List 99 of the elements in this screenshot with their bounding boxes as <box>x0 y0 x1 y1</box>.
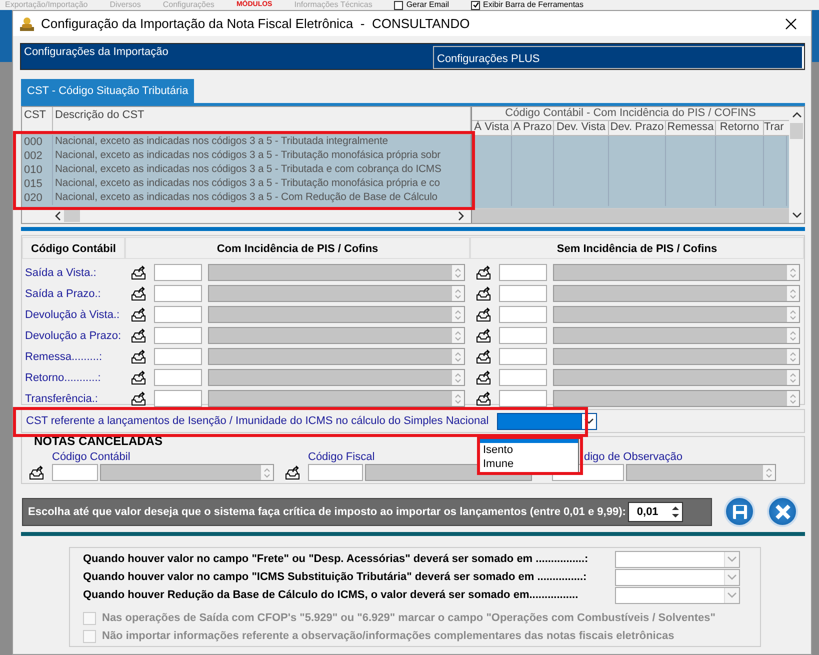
spinner-icon <box>264 468 270 478</box>
tray-arrow-icon[interactable] <box>475 348 494 364</box>
dropdown[interactable] <box>496 412 597 430</box>
spin-field[interactable]: 0,01 <box>628 502 683 522</box>
column-header: Dev. Prazo <box>609 121 666 135</box>
column-header: Retorno <box>716 121 764 135</box>
input-field[interactable] <box>154 348 202 365</box>
spinner-icon <box>455 310 462 320</box>
scroll-right-icon <box>457 210 465 220</box>
menu-item[interactable]: Exibir Barra de Ferramentas <box>483 0 584 10</box>
checkbox[interactable] <box>471 0 480 10</box>
input-field[interactable] <box>499 285 548 302</box>
tray-arrow-icon[interactable] <box>130 328 148 344</box>
checkbox-label: Não importar informações referente a observação/informações complementares das notas fiscais eletrônicas <box>102 630 674 642</box>
column-header: Dev. Vista <box>554 121 609 135</box>
spinner-icon <box>790 310 796 320</box>
input-field[interactable] <box>308 464 363 481</box>
field-label: CST referente a lançamentos de Isenção / Imunidade do ICMS no cálculo do Simples Nacional <box>26 415 489 427</box>
spinner-icon <box>790 268 796 278</box>
list-item[interactable]: Isento <box>480 443 578 457</box>
window-title: Configuração da Importação da Nota Fiscal Eletrônica - CONSULTANDO <box>41 16 471 31</box>
tray-arrow-icon[interactable] <box>475 264 494 280</box>
tab[interactable]: Configurações PLUS <box>433 46 804 69</box>
spinner-icon <box>766 468 772 478</box>
column-header: Com Incidência de PIS / Cofins <box>125 236 470 258</box>
tab[interactable]: CST - Código Situação Tributária <box>21 79 194 103</box>
column-header: Remessa <box>666 121 716 135</box>
field-label: digo de Observação <box>584 451 682 464</box>
spinner-icon <box>790 330 796 340</box>
input-field[interactable] <box>499 390 548 407</box>
tray-arrow-icon[interactable] <box>475 328 494 344</box>
field-label: Código Fiscal <box>308 451 375 464</box>
input-field[interactable] <box>154 390 202 407</box>
tray-arrow-icon[interactable] <box>475 306 494 322</box>
save-button[interactable] <box>724 496 755 527</box>
field-label: Remessa.........: <box>24 350 104 362</box>
tray-arrow-icon[interactable] <box>130 348 148 364</box>
scrollbar[interactable] <box>472 208 789 223</box>
spinner-icon <box>790 352 796 362</box>
checkbox[interactable] <box>394 0 404 10</box>
tray-arrow-icon[interactable] <box>130 370 148 386</box>
field-label: Quando houver valor no campo "ICMS Substituição Tributária" deverá ser somado em ...............: <box>83 571 588 583</box>
tray-arrow-icon[interactable] <box>28 465 46 481</box>
column-header: Trar <box>764 121 785 135</box>
tray-arrow-icon[interactable] <box>284 465 302 481</box>
spinner-icon <box>455 268 462 278</box>
column-header: Código Contábil - Com Incidência do PIS / COFINS <box>472 107 789 122</box>
input-field[interactable] <box>154 369 202 386</box>
field-label: Quando houver valor no campo "Frete" ou "Desp. Acessórias" deverá ser somado em ................: <box>83 553 590 565</box>
field-label: Saída a Prazo.: <box>24 288 102 300</box>
tray-arrow-icon[interactable] <box>130 264 148 280</box>
spinner-icon <box>455 372 462 382</box>
input-field[interactable] <box>154 306 202 323</box>
input-field[interactable] <box>52 464 98 481</box>
spinner-icon <box>455 288 462 298</box>
field-label: Devolução a Prazo: <box>24 330 122 342</box>
tray-arrow-icon[interactable] <box>475 286 494 302</box>
input-field[interactable] <box>499 327 548 344</box>
spinner-icon <box>790 372 796 382</box>
spinner-icon <box>455 330 462 340</box>
spinner-icon <box>455 352 462 362</box>
field-label: Saída a Vista.: <box>24 266 98 278</box>
scrollbar[interactable] <box>789 107 804 223</box>
scroll-up-icon <box>792 111 802 119</box>
checkbox-label: Nas operações de Saída com CFOP's "5.929" ou "6.929" marcar o campo "Operações com Combustíveis / Solventes" <box>102 612 716 624</box>
spinner-icon <box>790 288 796 298</box>
column-header: A Prazo <box>512 121 554 135</box>
field-label: Transferência.: <box>24 392 99 404</box>
check-icon <box>472 2 479 8</box>
field-label: Retorno...........: <box>24 372 102 384</box>
column-header: Código Contábil <box>22 236 125 258</box>
spinner-icon <box>670 504 680 518</box>
field-label: Quando houver Redução da Base de Cálculo do ICMS, o valor deverá ser somado em................ <box>83 589 580 601</box>
scroll-thumb[interactable] <box>64 210 80 222</box>
scroll-thumb[interactable] <box>790 123 803 139</box>
figure-icon <box>19 16 35 32</box>
spinner-icon <box>455 394 462 404</box>
chevron-down-icon <box>584 417 594 425</box>
tray-arrow-icon[interactable] <box>130 286 148 302</box>
tray-arrow-icon[interactable] <box>130 306 148 322</box>
field-label: Código Contábil <box>52 451 130 464</box>
menu-item[interactable]: Gerar Email <box>406 0 450 10</box>
input-field[interactable] <box>154 264 202 281</box>
tray-arrow-icon[interactable] <box>475 390 494 406</box>
input-field[interactable] <box>154 285 202 302</box>
input-field[interactable] <box>499 348 548 365</box>
close-icon[interactable] <box>785 18 797 30</box>
column-header: Sem Incidência de PIS / Cofins <box>470 236 804 258</box>
input-field[interactable] <box>499 306 548 323</box>
tray-arrow-icon[interactable] <box>130 390 148 406</box>
input-field[interactable] <box>499 369 548 386</box>
scroll-down-icon <box>792 211 802 219</box>
field-label: Escolha até que valor deseja que o sistema faça crítica de imposto ao importar os lançamentos (entre 0,01 e 9,99): <box>28 506 626 518</box>
input-field[interactable] <box>499 264 548 281</box>
scroll-left-icon <box>54 210 62 220</box>
spinner-icon <box>790 394 796 404</box>
input-field[interactable] <box>154 327 202 344</box>
tray-arrow-icon[interactable] <box>475 370 494 386</box>
field-label: Devolução à Vista.: <box>24 308 121 320</box>
